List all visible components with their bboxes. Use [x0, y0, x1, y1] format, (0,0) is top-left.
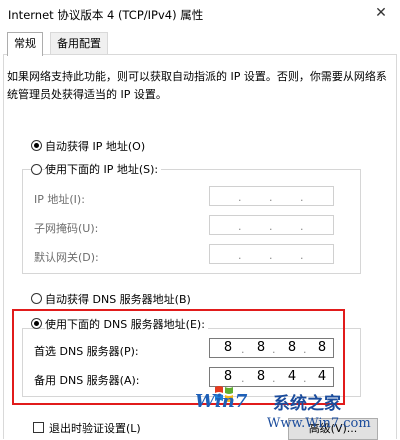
manual-ip-radio[interactable]: [31, 164, 42, 175]
watermark-text: 系统之家: [273, 394, 341, 414]
watermark-logo: Win7: [195, 391, 248, 412]
window-title: Internet 协议版本 4 (TCP/IPv4) 属性: [8, 8, 204, 22]
auto-ip-radio[interactable]: [31, 140, 42, 151]
close-icon[interactable]: ✕: [368, 2, 394, 24]
title-bar: Internet 协议版本 4 (TCP/IPv4) 属性 ✕: [0, 0, 400, 28]
default-gateway-input[interactable]: ...: [209, 244, 334, 264]
ip-address-label: IP 地址(I):: [34, 193, 85, 206]
auto-ip-label[interactable]: 自动获得 IP 地址(O): [45, 138, 145, 154]
validate-on-exit-label[interactable]: 退出时验证设置(L): [49, 420, 141, 436]
tab-alternate-config[interactable]: 备用配置: [50, 32, 108, 54]
auto-dns-label[interactable]: 自动获得 DNS 服务器地址(B): [45, 291, 191, 307]
watermark-url: Www.Win7.com: [267, 416, 371, 431]
manual-ip-label[interactable]: 使用下面的 IP 地址(S):: [45, 161, 162, 177]
tab-strip: 常规 备用配置: [3, 32, 397, 56]
auto-dns-radio[interactable]: [31, 293, 42, 304]
subnet-mask-label: 子网掩码(U):: [34, 222, 99, 235]
tab-general[interactable]: 常规: [7, 32, 43, 56]
watermark: Win7 系统之家 Www.Win7.com: [195, 385, 400, 438]
description-text: 如果网络支持此功能，则可以获取自动指派的 IP 设置。否则，你需要从网络系统管理…: [7, 70, 387, 101]
subnet-mask-input[interactable]: ...: [209, 215, 334, 235]
ip-address-input[interactable]: ...: [209, 186, 334, 206]
validate-on-exit-checkbox[interactable]: [33, 422, 44, 433]
default-gateway-label: 默认网关(D):: [34, 251, 99, 264]
